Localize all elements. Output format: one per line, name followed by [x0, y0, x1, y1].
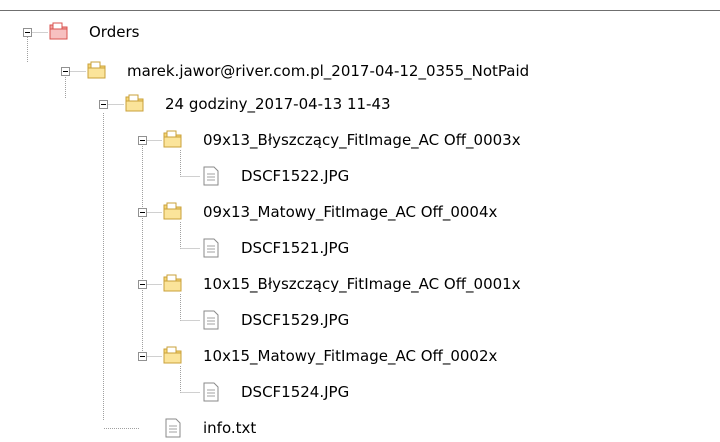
tree-node-file[interactable]: DSCF1529.JPG — [238, 308, 352, 332]
tree-node-file[interactable]: DSCF1522.JPG — [238, 164, 352, 188]
collapse-toggle-group[interactable] — [138, 208, 147, 217]
tree-node-file[interactable]: DSCF1524.JPG — [238, 380, 352, 404]
tree-node-info-file[interactable]: info.txt — [200, 416, 259, 440]
tree-node-order[interactable]: marek.jawor@river.com.pl_2017-04-12_0355… — [124, 59, 532, 83]
file-icon — [200, 166, 222, 186]
folder-icon — [162, 345, 184, 365]
tree-node-group[interactable]: 09x13_Błyszczący_FitImage_AC Off_0003x — [200, 128, 524, 152]
collapse-toggle-group[interactable] — [138, 280, 147, 289]
tree-node-orders[interactable]: Orders — [86, 20, 142, 44]
collapse-toggle-orders[interactable] — [23, 28, 32, 37]
file-icon — [200, 382, 222, 402]
folder-icon — [124, 93, 146, 113]
tree-node-file[interactable]: DSCF1521.JPG — [238, 236, 352, 260]
collapse-toggle-order[interactable] — [61, 67, 70, 76]
tree-node-batch[interactable]: 24 godziny_2017-04-13 11-43 — [162, 92, 394, 116]
folder-icon — [162, 273, 184, 293]
folder-icon — [86, 60, 108, 80]
red-folder-icon — [48, 21, 70, 41]
collapse-toggle-group[interactable] — [138, 136, 147, 145]
file-tree: Orders marek.jawor@river.com.pl_2017-04-… — [0, 0, 720, 441]
tree-node-group[interactable]: 09x13_Matowy_FitImage_AC Off_0004x — [200, 200, 500, 224]
collapse-toggle-batch[interactable] — [99, 100, 108, 109]
tree-node-group[interactable]: 10x15_Błyszczący_FitImage_AC Off_0001x — [200, 272, 524, 296]
file-icon — [200, 310, 222, 330]
file-icon — [200, 238, 222, 258]
tree-node-group[interactable]: 10x15_Matowy_FitImage_AC Off_0002x — [200, 344, 500, 368]
folder-icon — [162, 129, 184, 149]
collapse-toggle-group[interactable] — [138, 352, 147, 361]
folder-icon — [162, 201, 184, 221]
file-icon — [162, 418, 184, 438]
